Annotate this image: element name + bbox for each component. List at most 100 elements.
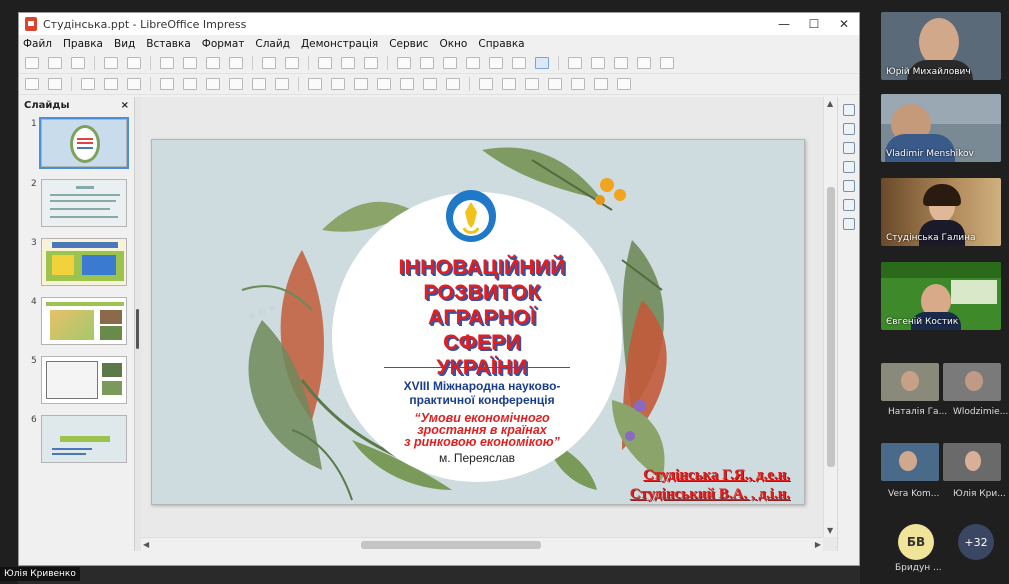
new-icon[interactable]: [25, 57, 39, 69]
menu-insert[interactable]: Вставка: [146, 38, 191, 50]
participant-small-tile[interactable]: [943, 443, 1001, 481]
3d-objects-icon[interactable]: [446, 78, 460, 90]
align-icon[interactable]: [502, 78, 516, 90]
master-slide-icon[interactable]: [568, 57, 582, 69]
symbol-shapes-icon[interactable]: [331, 78, 345, 90]
slide-thumbnail-2[interactable]: 2: [19, 177, 135, 229]
slide-thumbnail-6[interactable]: 6: [19, 413, 135, 465]
new-slide-icon[interactable]: [591, 57, 605, 69]
save-icon[interactable]: [71, 57, 85, 69]
arrow-icon[interactable]: [229, 78, 243, 90]
paste-icon[interactable]: [206, 57, 220, 69]
slide-preview[interactable]: [41, 238, 127, 286]
redo-icon[interactable]: [285, 57, 299, 69]
print-icon[interactable]: [127, 57, 141, 69]
menu-view[interactable]: Вид: [114, 38, 135, 50]
properties-icon[interactable]: [842, 104, 855, 116]
participant-name: Vladimir Menshikov: [886, 149, 974, 159]
participant-tile[interactable]: Студінська Галина: [881, 178, 1001, 246]
menu-window[interactable]: Окно: [439, 38, 467, 50]
delete-slide-icon[interactable]: [637, 57, 651, 69]
rotate-icon[interactable]: [479, 78, 493, 90]
menu-help[interactable]: Справка: [478, 38, 524, 50]
basic-shapes-icon[interactable]: [308, 78, 322, 90]
gallery-icon[interactable]: [842, 199, 855, 211]
text-icon[interactable]: [81, 78, 95, 90]
curve-icon[interactable]: [252, 78, 266, 90]
stars-icon[interactable]: [423, 78, 437, 90]
participant-tile[interactable]: Юрій Михайлович: [881, 12, 1001, 80]
select-icon[interactable]: [25, 78, 39, 90]
grid-icon[interactable]: [364, 57, 378, 69]
slide-preview[interactable]: [39, 117, 129, 169]
ellipse-icon[interactable]: [206, 78, 220, 90]
cut-icon[interactable]: [160, 57, 174, 69]
slide-preview[interactable]: [41, 356, 127, 404]
menu-format[interactable]: Формат: [202, 38, 245, 50]
participant-small-tile[interactable]: [881, 363, 939, 401]
spelling-icon[interactable]: [341, 57, 355, 69]
slide-preview[interactable]: [41, 297, 127, 345]
filter-icon[interactable]: [617, 78, 631, 90]
slide-preview[interactable]: [41, 415, 127, 463]
chart-icon[interactable]: [443, 57, 457, 69]
impress-app-icon: [25, 17, 37, 31]
crop-icon[interactable]: [594, 78, 608, 90]
menu-slideshow[interactable]: Демонстрація: [301, 38, 378, 50]
block-arrows-icon[interactable]: [354, 78, 368, 90]
duplicate-slide-icon[interactable]: [614, 57, 628, 69]
zoom-icon[interactable]: [48, 78, 62, 90]
participant-small-tile[interactable]: [881, 443, 939, 481]
slide-thumbnail-5[interactable]: 5: [19, 354, 135, 406]
arrange-icon[interactable]: [525, 78, 539, 90]
fontwork-icon[interactable]: [489, 57, 503, 69]
line-color-icon[interactable]: [127, 78, 141, 90]
animation-icon[interactable]: [842, 142, 855, 154]
navigator-icon[interactable]: [842, 218, 855, 230]
slides-panel-close-icon[interactable]: ×: [121, 100, 129, 111]
participant-avatar[interactable]: БВ: [898, 524, 934, 560]
maximize-button[interactable]: ☐: [799, 17, 829, 31]
participant-tile[interactable]: Євгеній Костик: [881, 262, 1001, 330]
table-icon[interactable]: [397, 57, 411, 69]
master-slides-icon[interactable]: [842, 161, 855, 173]
close-button[interactable]: ✕: [829, 17, 859, 31]
export-icon[interactable]: [104, 57, 118, 69]
clone-icon[interactable]: [229, 57, 243, 69]
slide-canvas[interactable]: ІННОВАЦІЙНИЙ РОЗВИТОК АГРАРНОЇ СФЕРИ УКР…: [151, 139, 805, 505]
vertical-scrollbar[interactable]: ▲ ▼: [823, 97, 837, 537]
styles-icon[interactable]: [842, 180, 855, 192]
menu-tools[interactable]: Сервис: [389, 38, 428, 50]
slide-thumbnail-4[interactable]: 4: [19, 295, 135, 347]
special-char-icon[interactable]: [512, 57, 526, 69]
menu-slide[interactable]: Слайд: [255, 38, 290, 50]
participant-small-tile[interactable]: [943, 363, 1001, 401]
status-bar: [18, 566, 860, 584]
display-views-icon[interactable]: [535, 57, 549, 69]
callouts-icon[interactable]: [400, 78, 414, 90]
menu-edit[interactable]: Правка: [63, 38, 103, 50]
slide-preview[interactable]: [41, 179, 127, 227]
minimize-button[interactable]: —: [769, 17, 799, 31]
more-participants-button[interactable]: +32: [958, 524, 994, 560]
line-icon[interactable]: [160, 78, 174, 90]
slide-thumbnail-1[interactable]: 1: [19, 117, 135, 169]
rectangle-icon[interactable]: [183, 78, 197, 90]
textbox-icon[interactable]: [466, 57, 480, 69]
distribute-icon[interactable]: [548, 78, 562, 90]
undo-icon[interactable]: [262, 57, 276, 69]
flowchart-icon[interactable]: [377, 78, 391, 90]
slide-transition-icon[interactable]: [842, 123, 855, 135]
menu-file[interactable]: Файл: [23, 38, 52, 50]
shadow-icon[interactable]: [571, 78, 585, 90]
find-icon[interactable]: [318, 57, 332, 69]
participant-tile[interactable]: Vladimir Menshikov: [881, 94, 1001, 162]
horizontal-scrollbar[interactable]: ◀ ▶: [141, 537, 823, 551]
copy-icon[interactable]: [183, 57, 197, 69]
fill-color-icon[interactable]: [104, 78, 118, 90]
slide-thumbnail-3[interactable]: 3: [19, 236, 135, 288]
connector-icon[interactable]: [275, 78, 289, 90]
open-icon[interactable]: [48, 57, 62, 69]
slide-layout-icon[interactable]: [660, 57, 674, 69]
image-icon[interactable]: [420, 57, 434, 69]
